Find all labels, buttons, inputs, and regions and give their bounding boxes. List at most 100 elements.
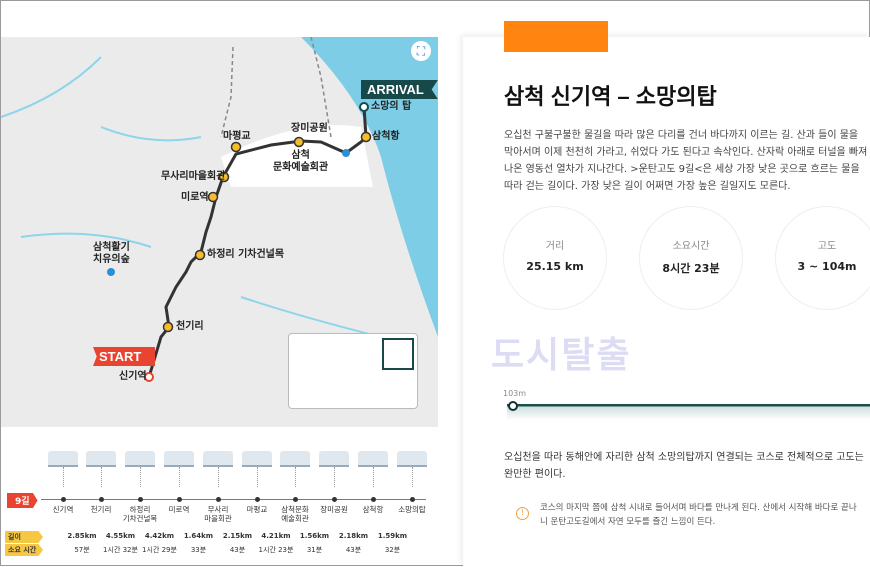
stat-label: 거리 [545,241,565,252]
landmark-icon [86,451,116,467]
route-map[interactable]: ⛶ ARRIVAL START 소망의 탑 삼척항 장미공원 삼척 문화예술회관… [1,37,438,427]
segment-time: 43분 [345,546,362,554]
stat-value: 8시간 23분 [662,262,720,275]
stat-label: 고도 [817,241,837,252]
map-label: 삼척 문화예술회관 [273,150,329,173]
timeline-dot [255,497,260,502]
accent-tape [504,21,608,52]
timeline-dot [332,497,337,502]
stat-distance: 거리 25.15 km [503,206,607,310]
landmark-icon [48,451,78,467]
elevation-start-label: 103m [503,389,527,398]
timeline-stop: 삼척문화 예술회관 [275,451,315,523]
segment-time: 31분 [306,546,323,554]
page-title: 삼척 신기역 – 소망의탑 [504,84,717,109]
map-label: 삼척항 [372,131,400,142]
map-label: 소망의 탑 [371,101,412,112]
watermark: 도시탈출 [491,335,632,376]
map-label: 무사리마을회관 [161,171,226,182]
timeline-dot [177,497,182,502]
stop-name: 마평교 [246,505,268,514]
timeline-dot [371,497,376,502]
map-label: 신기역 [119,371,147,382]
map-label: 천기리 [176,321,204,332]
stop-name: 미로역 [168,505,190,514]
timeline-stop: 장미공원 [314,451,354,514]
tip-box: ! 코스의 마지막 쯤에 삼척 시내로 들어서며 바다를 만나게 된다. 산에서 … [516,501,861,529]
segment-time: 1시간 32분 [103,546,138,554]
map-label: 장미공원 [291,123,328,134]
segment-length: 4.55km [105,532,136,540]
landmark-icon [358,451,388,467]
divider [178,467,180,487]
landmark-icon [242,451,272,467]
stat-label: 소요시간 [672,241,710,252]
arrival-flag: ARRIVAL [361,80,438,99]
stop-name: 무사리 마을회관 [204,505,232,523]
divider [217,467,219,487]
timeline-dot [216,497,221,502]
segment-length: 1.56km [299,532,330,540]
timeline-stop: 미로역 [159,451,199,514]
segment-length: 4.42km [144,532,175,540]
segment-length: 1.59km [377,532,408,540]
divider [62,467,64,487]
divider [372,467,374,487]
segment-time: 43분 [229,546,246,554]
stop-name: 삼척문화 예술회관 [281,505,309,523]
time-label: 소요 시간 [5,544,43,556]
elevation-marker[interactable] [508,401,518,411]
elevation-profile [507,404,870,420]
landmark-icon [280,451,310,467]
map-label: 하정리 기차건널목 [207,249,285,260]
course-description: 오십천 구불구불한 물길을 따라 많은 다리를 건너 바다까지 이르는 길. 산… [504,130,868,192]
timeline-line [41,497,426,502]
stat-altitude: 고도 3 ~ 104m [775,206,870,310]
timeline-dot [61,497,66,502]
segment-length: 2.18km [338,532,369,540]
info-icon: ! [516,507,529,520]
minimap-viewport [382,338,414,370]
timeline-dot [99,497,104,502]
overview-minimap[interactable] [288,333,418,409]
divider [139,467,141,487]
map-label: 미로역 [181,192,209,203]
landmark-icon [319,451,349,467]
map-label: 삼척활기 치유의숲 [93,242,130,265]
timeline-stop: 신기역 [43,451,83,514]
stat-value: 25.15 km [526,260,584,273]
timeline-stop: 무사리 마을회관 [198,451,238,523]
segment-length: 2.85km [67,532,97,540]
divider [294,467,296,487]
timeline-stop: 천기리 [81,451,121,514]
segment-length: 2.15km [222,532,253,540]
stop-name: 신기역 [52,505,74,514]
timeline-stop: 하정리 기차건널목 [120,451,160,523]
timeline-dot [410,497,415,502]
stop-name: 하정리 기차건널목 [122,505,158,523]
divider [256,467,258,487]
landmark-icon [203,451,233,467]
segment-length: 1.64km [183,532,214,540]
fullscreen-icon[interactable]: ⛶ [411,41,431,61]
stat-value: 3 ~ 104m [797,260,857,273]
divider [333,467,335,487]
segment-time: 33분 [190,546,207,554]
stat-duration: 소요시간 8시간 23분 [639,206,743,310]
stop-name: 소망의탑 [398,505,426,514]
segment-time: 1시간 23분 [258,546,294,554]
stop-name: 장미공원 [320,505,348,514]
divider [100,467,102,487]
landmark-icon [164,451,194,467]
stop-name: 삼척항 [362,505,384,514]
start-flag: START [93,347,156,366]
stop-name: 천기리 [90,505,112,514]
timeline-stop: 삼척항 [353,451,393,514]
timeline-dot [138,497,143,502]
segment-time: 57분 [74,546,90,554]
timeline-stop: 마평교 [237,451,277,514]
length-label: 길이 [5,531,43,543]
map-label: 마평교 [223,131,251,142]
landmark-icon [397,451,427,467]
course-tag: 9길 [7,493,38,508]
